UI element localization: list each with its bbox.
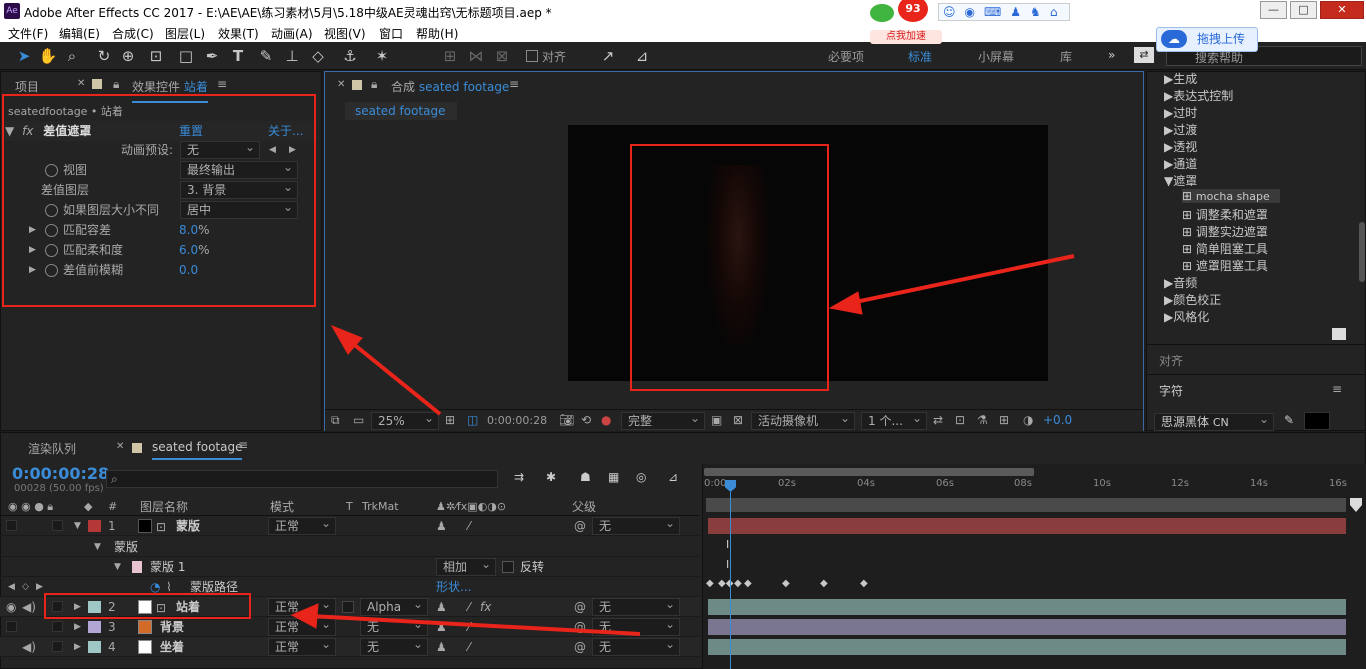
arrow-head-icon	[290, 603, 319, 629]
annotation-arrow	[309, 614, 641, 636]
cloud-icon: ☁	[1161, 30, 1187, 48]
annotation-arrow	[845, 254, 1075, 306]
annotation-arrow	[344, 336, 442, 416]
upload-widget[interactable]: ☁ 拖拽上传	[1156, 27, 1258, 52]
annotation-arrows	[290, 254, 1075, 636]
arrow-head-icon	[828, 291, 863, 315]
upload-label: 拖拽上传	[1197, 32, 1246, 46]
speed-label[interactable]: 点我加速	[870, 30, 942, 44]
